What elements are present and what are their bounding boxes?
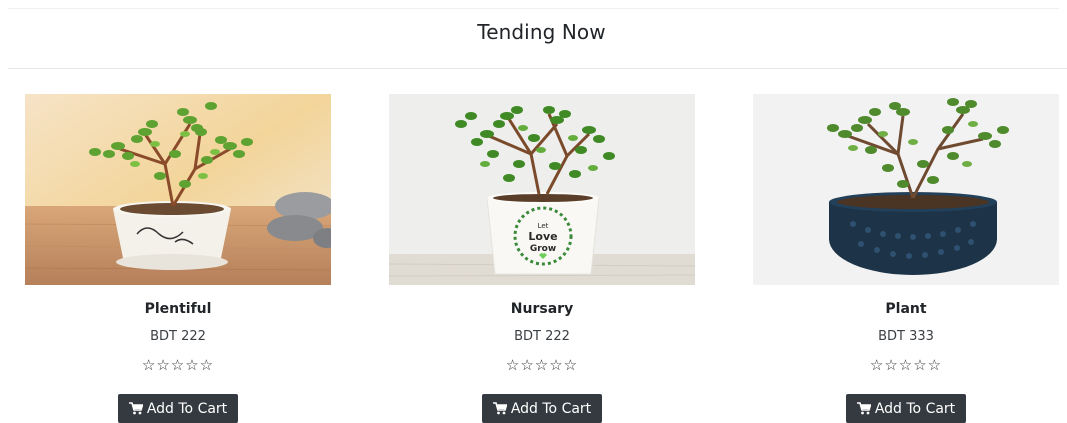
add-to-cart-button[interactable]: Add To Cart	[482, 394, 602, 423]
product-name[interactable]: Plant	[753, 301, 1059, 317]
product-name[interactable]: Plentiful	[25, 301, 331, 317]
top-divider	[8, 8, 1059, 9]
rating-stars: ☆☆☆☆☆	[141, 356, 215, 374]
svg-text:Love: Love	[528, 230, 557, 243]
add-to-cart-label: Add To Cart	[510, 400, 592, 417]
product-image[interactable]	[25, 94, 331, 285]
cart-icon	[856, 402, 871, 415]
product-price: BDT 333	[878, 329, 934, 344]
add-to-cart-button[interactable]: Add To Cart	[846, 394, 966, 423]
section-title: Tending Now	[477, 20, 606, 44]
product-card-nursary[interactable]: Let Love Grow Nursary BDT 222 ☆☆☆☆☆ Add …	[389, 94, 695, 423]
product-card-plentiful[interactable]: Plentiful BDT 222 ☆☆☆☆☆ Add To Cart	[25, 94, 331, 423]
add-to-cart-label: Add To Cart	[146, 400, 228, 417]
product-price: BDT 222	[150, 329, 206, 344]
product-card-plant[interactable]: Plant BDT 333 ☆☆☆☆☆ Add To Cart	[753, 94, 1059, 423]
product-image[interactable]	[753, 94, 1059, 285]
product-name[interactable]: Nursary	[389, 301, 695, 317]
product-image[interactable]: Let Love Grow	[389, 94, 695, 285]
cart-icon	[492, 402, 507, 415]
svg-text:Let: Let	[538, 222, 549, 230]
cart-icon	[128, 402, 143, 415]
section-divider	[8, 68, 1067, 69]
add-to-cart-label: Add To Cart	[874, 400, 956, 417]
product-price: BDT 222	[514, 329, 570, 344]
add-to-cart-button[interactable]: Add To Cart	[118, 394, 238, 423]
svg-text:Grow: Grow	[530, 244, 556, 254]
rating-stars: ☆☆☆☆☆	[869, 356, 943, 374]
rating-stars: ☆☆☆☆☆	[505, 356, 579, 374]
